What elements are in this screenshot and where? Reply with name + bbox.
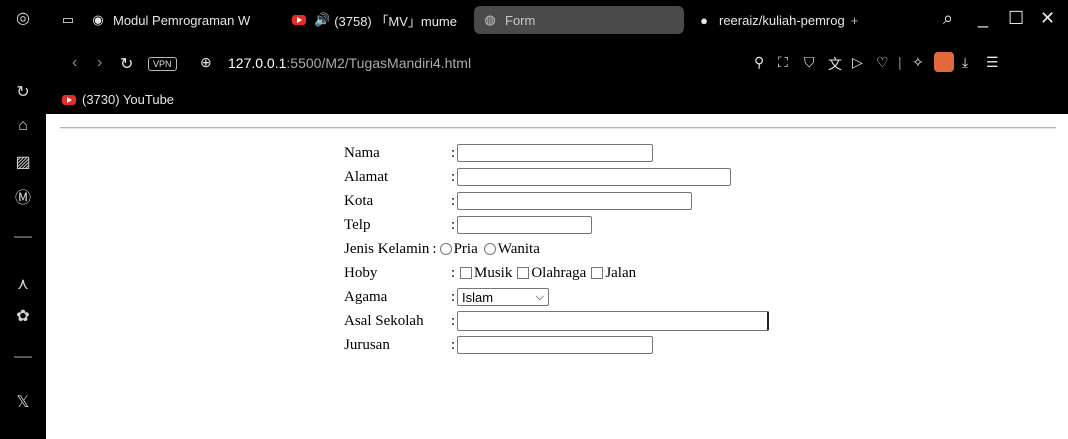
tab-bar: ▭ ◉ Modul Pemrograman W 🔊 (3758) 「MV」mum… [46, 0, 1068, 40]
agama-select[interactable]: Islam ⌵ [457, 288, 549, 306]
globe-icon: ◍ [484, 12, 496, 27]
form-row-telp: Telp : [344, 213, 769, 237]
jurusan-input[interactable] [457, 336, 653, 354]
minimize-icon[interactable]: _ [978, 8, 988, 29]
back-icon[interactable]: ‹ [72, 54, 77, 72]
adblock-icon[interactable]: ⛉ [804, 54, 815, 71]
asal-sekolah-input[interactable] [457, 311, 769, 331]
new-tab-icon[interactable]: + [851, 13, 859, 28]
easy-setup-icon[interactable]: ☰ [986, 54, 999, 71]
form-row-jenis-kelamin: Jenis Kelamin : Pria Wanita [344, 237, 769, 261]
form-row-alamat: Alamat : [344, 165, 769, 189]
agama-label: Agama [344, 288, 388, 305]
site-info-icon[interactable]: ⊕ [200, 54, 212, 71]
speed-dial-icon[interactable]: ↻ [0, 80, 46, 104]
chevron-down-icon: ⌵ [535, 290, 544, 303]
tab-modul-pemrograman[interactable]: ◉ Modul Pemrograman W [90, 6, 262, 34]
kota-label: Kota [344, 192, 374, 209]
toolbar-divider: | [898, 54, 902, 70]
registration-form: Nama : Alamat : Kota : Telp : Jenis Kela… [344, 141, 769, 357]
checkbox-olahraga-label: Olahraga [531, 264, 587, 281]
bookmarks-bar [46, 86, 1068, 114]
telp-label: Telp [344, 216, 371, 233]
tab-label: reeraiz/kuliah-pemrog [719, 12, 845, 28]
bookmark-label: (3730) YouTube [82, 92, 175, 107]
sidebar-separator [14, 356, 32, 358]
radio-wanita-label: Wanita [497, 240, 540, 257]
browser-sidebar: ◎ ↻ ⌂ ▨ Ⓜ ⋏ ✿ 𝕏 [0, 0, 46, 439]
youtube-icon [291, 12, 307, 28]
search-tabs-icon[interactable]: ⌕ [943, 8, 953, 29]
radio-wanita[interactable] [483, 243, 496, 255]
url-path: :5500/M2/TugasMandiri4.html [286, 55, 472, 71]
checkbox-musik-label: Musik [474, 264, 513, 281]
heart-icon[interactable]: ♡ [876, 54, 889, 71]
colon: : [451, 264, 456, 281]
agama-selected-value: Islam [462, 289, 494, 305]
form-row-asal-sekolah: Asal Sekolah : [344, 309, 769, 333]
hoby-label: Hoby [344, 264, 378, 281]
tab-label: Modul Pemrograman W [113, 12, 251, 28]
tab-label: (3758) 「MV」mume [334, 13, 457, 29]
nama-label: Nama [344, 144, 380, 161]
url-host: 127.0.0.1 [228, 55, 287, 71]
checkbox-musik[interactable] [460, 267, 472, 279]
jurusan-label: Jurusan [344, 336, 390, 353]
reload-icon[interactable]: ↻ [120, 54, 133, 74]
tab-github[interactable]: ● reeraiz/kuliah-pemrog + [696, 6, 896, 34]
maximize-icon[interactable]: ☐ [1008, 8, 1024, 29]
tab-youtube[interactable]: 🔊 (3758) 「MV」mume [291, 6, 461, 34]
checkbox-olahraga[interactable] [517, 267, 530, 279]
form-row-agama: Agama : Islam ⌵ [344, 285, 769, 309]
page-viewport: Nama : Alamat : Kota : Telp : Jenis Kela… [46, 114, 1068, 439]
tab-label: Form [505, 12, 536, 28]
jenis-kelamin-label: Jenis Kelamin [344, 240, 430, 257]
pin-icon[interactable]: ⚲ [754, 54, 764, 71]
download-icon[interactable]: ⤓ [962, 54, 968, 71]
github-icon: ● [700, 12, 708, 28]
chatgpt-icon[interactable]: ✿ [0, 304, 46, 328]
aria-icon[interactable]: ⋏ [0, 272, 46, 296]
snapshot-icon[interactable]: ⛶ [778, 54, 788, 71]
alamat-label: Alamat [344, 168, 389, 185]
radio-pria[interactable] [439, 243, 452, 255]
form-row-jurusan: Jurusan : [344, 333, 769, 357]
workspace-icon[interactable]: ▭ [60, 6, 80, 34]
horizontal-rule [60, 127, 1056, 129]
form-row-kota: Kota : [344, 189, 769, 213]
alamat-input[interactable] [457, 168, 731, 186]
form-row-nama: Nama : [344, 141, 769, 165]
translate-icon[interactable]: 文 [828, 54, 842, 74]
x-twitter-icon[interactable]: 𝕏 [0, 390, 46, 414]
youtube-icon [62, 94, 76, 105]
avatar[interactable] [934, 52, 954, 72]
extensions-puzzle-icon[interactable]: ✧ [912, 54, 924, 71]
send-icon[interactable]: ▷ [852, 54, 863, 71]
wallet-icon[interactable]: ▨ [0, 150, 46, 174]
checkbox-jalan[interactable] [591, 267, 604, 279]
radio-pria-label: Pria [453, 240, 478, 257]
extensions-icon[interactable]: ⌂ [0, 114, 46, 138]
circle-logo-icon: ◉ [92, 12, 104, 27]
sidebar-separator [14, 236, 32, 238]
telp-input[interactable] [457, 216, 592, 234]
checkbox-jalan-label: Jalan [605, 264, 637, 281]
forward-icon[interactable]: › [97, 54, 102, 72]
nama-input[interactable] [457, 144, 653, 162]
speaker-icon[interactable]: 🔊 [314, 12, 330, 28]
vpn-badge[interactable]: VPN [148, 57, 177, 71]
browser-logo-icon[interactable]: ◎ [0, 6, 46, 30]
asal-sekolah-label: Asal Sekolah [344, 312, 424, 329]
messenger-icon[interactable]: Ⓜ [0, 184, 46, 208]
url-field[interactable]: 127.0.0.1:5500/M2/TugasMandiri4.html [228, 55, 471, 71]
tab-form[interactable]: ◍ Form [474, 6, 684, 34]
form-row-hoby: Hoby : Musik Olahraga Jalan [344, 261, 769, 285]
kota-input[interactable] [457, 192, 692, 210]
bookmark-youtube[interactable]: (3730) YouTube [62, 92, 174, 107]
close-icon[interactable]: ✕ [1040, 8, 1055, 29]
colon: : [432, 240, 437, 257]
